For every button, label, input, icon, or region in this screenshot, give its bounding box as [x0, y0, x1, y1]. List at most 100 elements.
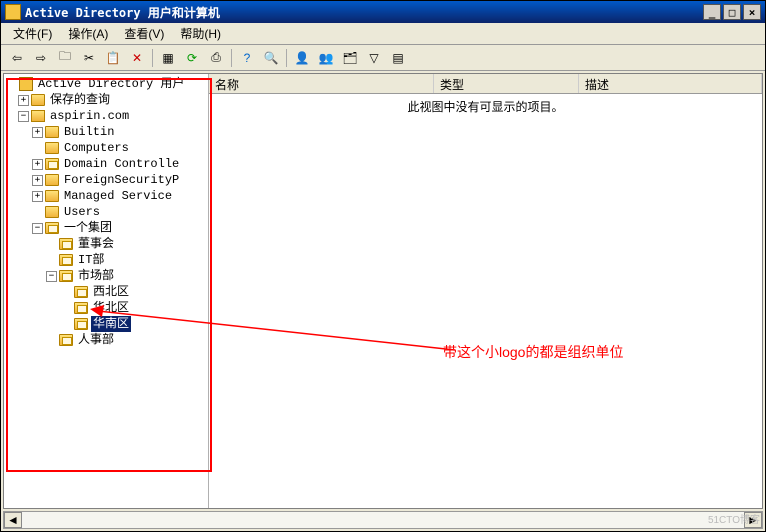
maximize-button[interactable]: □ — [723, 4, 741, 20]
node-label: Users — [62, 204, 102, 220]
scroll-left-icon[interactable]: ◄ — [4, 512, 22, 528]
minimize-button[interactable]: _ — [703, 4, 721, 20]
add-group-icon[interactable]: 👥 — [315, 47, 337, 69]
add-ou-icon[interactable]: 🗂 — [339, 47, 361, 69]
folder-icon — [45, 174, 59, 186]
tree-root[interactable]: Active Directory 用户 — [6, 76, 206, 92]
node-label: Builtin — [62, 124, 116, 140]
expander-icon[interactable]: + — [32, 191, 43, 202]
node-label: aspirin.com — [48, 108, 131, 124]
column-type[interactable]: 类型 — [434, 74, 579, 93]
filter-icon[interactable]: ▽ — [363, 47, 385, 69]
tree-domain[interactable]: − aspirin.com — [6, 108, 206, 124]
menu-view[interactable]: 查看(V) — [116, 23, 172, 44]
expander-icon[interactable]: + — [32, 159, 43, 170]
expander-icon[interactable]: + — [32, 175, 43, 186]
back-icon[interactable]: ⇦ — [6, 47, 28, 69]
tree-market-dept[interactable]: − 市场部 — [6, 268, 206, 284]
export-icon[interactable]: ⎙ — [205, 47, 227, 69]
tree-nw[interactable]: 西北区 — [6, 284, 206, 300]
expander-none — [6, 79, 17, 90]
delete-icon[interactable]: ✕ — [126, 47, 148, 69]
node-label: 市场部 — [76, 268, 116, 284]
expander-none — [32, 207, 43, 218]
node-label: 人事部 — [76, 332, 116, 348]
tree-computers[interactable]: Computers — [6, 140, 206, 156]
cut-icon[interactable]: ✂ — [78, 47, 100, 69]
find-icon[interactable]: 🔍 — [260, 47, 282, 69]
window-title: Active Directory 用户和计算机 — [25, 4, 220, 21]
tree-domain-controllers[interactable]: + Domain Controlle — [6, 156, 206, 172]
tree-managed-svc[interactable]: + Managed Service — [6, 188, 206, 204]
tree-saved-queries[interactable]: + 保存的查询 — [6, 92, 206, 108]
ou-icon — [74, 318, 88, 330]
expander-none — [32, 143, 43, 154]
copy-icon[interactable]: 📋 — [102, 47, 124, 69]
node-label: 保存的查询 — [48, 92, 112, 108]
node-label: ForeignSecurityP — [62, 172, 181, 188]
menu-file[interactable]: 文件(F) — [5, 23, 60, 44]
scroll-track[interactable] — [22, 512, 744, 528]
tree-builtin[interactable]: + Builtin — [6, 124, 206, 140]
ou-icon — [59, 238, 73, 250]
ou-icon — [74, 286, 88, 298]
list-body: 此视图中没有可显示的项目。 — [209, 94, 762, 508]
tree-pane: Active Directory 用户 + 保存的查询 − aspirin.co… — [4, 74, 209, 508]
folder-icon — [45, 190, 59, 202]
node-label: Computers — [62, 140, 131, 156]
watermark: 51CTO博客 — [708, 511, 760, 526]
toolbar-sep — [231, 49, 232, 67]
menu-help[interactable]: 帮助(H) — [172, 23, 229, 44]
menubar: 文件(F) 操作(A) 查看(V) 帮助(H) — [1, 23, 765, 45]
add-user-icon[interactable]: 👤 — [291, 47, 313, 69]
column-name[interactable]: 名称 — [209, 74, 434, 93]
node-label: 西北区 — [91, 284, 131, 300]
tree-board[interactable]: 董事会 — [6, 236, 206, 252]
list-header: 名称 类型 描述 — [209, 74, 762, 94]
ou-icon — [59, 254, 73, 266]
node-label-selected: 华南区 — [91, 316, 131, 332]
column-desc[interactable]: 描述 — [579, 74, 762, 93]
menu-action[interactable]: 操作(A) — [60, 23, 116, 44]
expander-icon[interactable]: − — [32, 223, 43, 234]
properties-icon[interactable]: ▦ — [157, 47, 179, 69]
node-label: 一个集团 — [62, 220, 114, 236]
toolbar-sep — [286, 49, 287, 67]
tree-it-dept[interactable]: IT部 — [6, 252, 206, 268]
help-icon[interactable]: ? — [236, 47, 258, 69]
up-icon[interactable]: 🗀 — [54, 47, 76, 69]
expander-icon[interactable]: + — [18, 95, 29, 106]
forward-icon[interactable]: ⇨ — [30, 47, 52, 69]
ou-icon — [74, 302, 88, 314]
folder-icon — [45, 126, 59, 138]
scrollbar-horizontal[interactable]: ◄ ► — [3, 511, 763, 529]
ou-icon — [45, 158, 59, 170]
content-area: Active Directory 用户 + 保存的查询 − aspirin.co… — [3, 73, 763, 509]
tree-south[interactable]: 华南区 — [6, 316, 206, 332]
tree-foreign-sp[interactable]: + ForeignSecurityP — [6, 172, 206, 188]
node-label: Managed Service — [62, 188, 174, 204]
tree-hr-dept[interactable]: 人事部 — [6, 332, 206, 348]
view-icon[interactable]: ▤ — [387, 47, 409, 69]
expander-icon[interactable]: − — [46, 271, 57, 282]
tree-group1[interactable]: − 一个集团 — [6, 220, 206, 236]
tree-north[interactable]: 华北区 — [6, 300, 206, 316]
node-label: IT部 — [76, 252, 106, 268]
expander-none — [46, 255, 57, 266]
ad-root-icon — [19, 77, 33, 91]
ou-icon — [59, 270, 73, 282]
close-button[interactable]: × — [743, 4, 761, 20]
domain-icon — [31, 110, 45, 122]
folder-icon — [31, 94, 45, 106]
tree-users[interactable]: Users — [6, 204, 206, 220]
list-pane: 名称 类型 描述 此视图中没有可显示的项目。 — [209, 74, 762, 508]
toolbar: ⇦ ⇨ 🗀 ✂ 📋 ✕ ▦ ⟳ ⎙ ? 🔍 👤 👥 🗂 ▽ ▤ — [1, 45, 765, 71]
expander-icon[interactable]: + — [32, 127, 43, 138]
folder-icon — [45, 206, 59, 218]
node-label: 华北区 — [91, 300, 131, 316]
toolbar-sep — [152, 49, 153, 67]
node-label: Domain Controlle — [62, 156, 181, 172]
app-icon — [5, 4, 21, 20]
refresh-icon[interactable]: ⟳ — [181, 47, 203, 69]
expander-icon[interactable]: − — [18, 111, 29, 122]
